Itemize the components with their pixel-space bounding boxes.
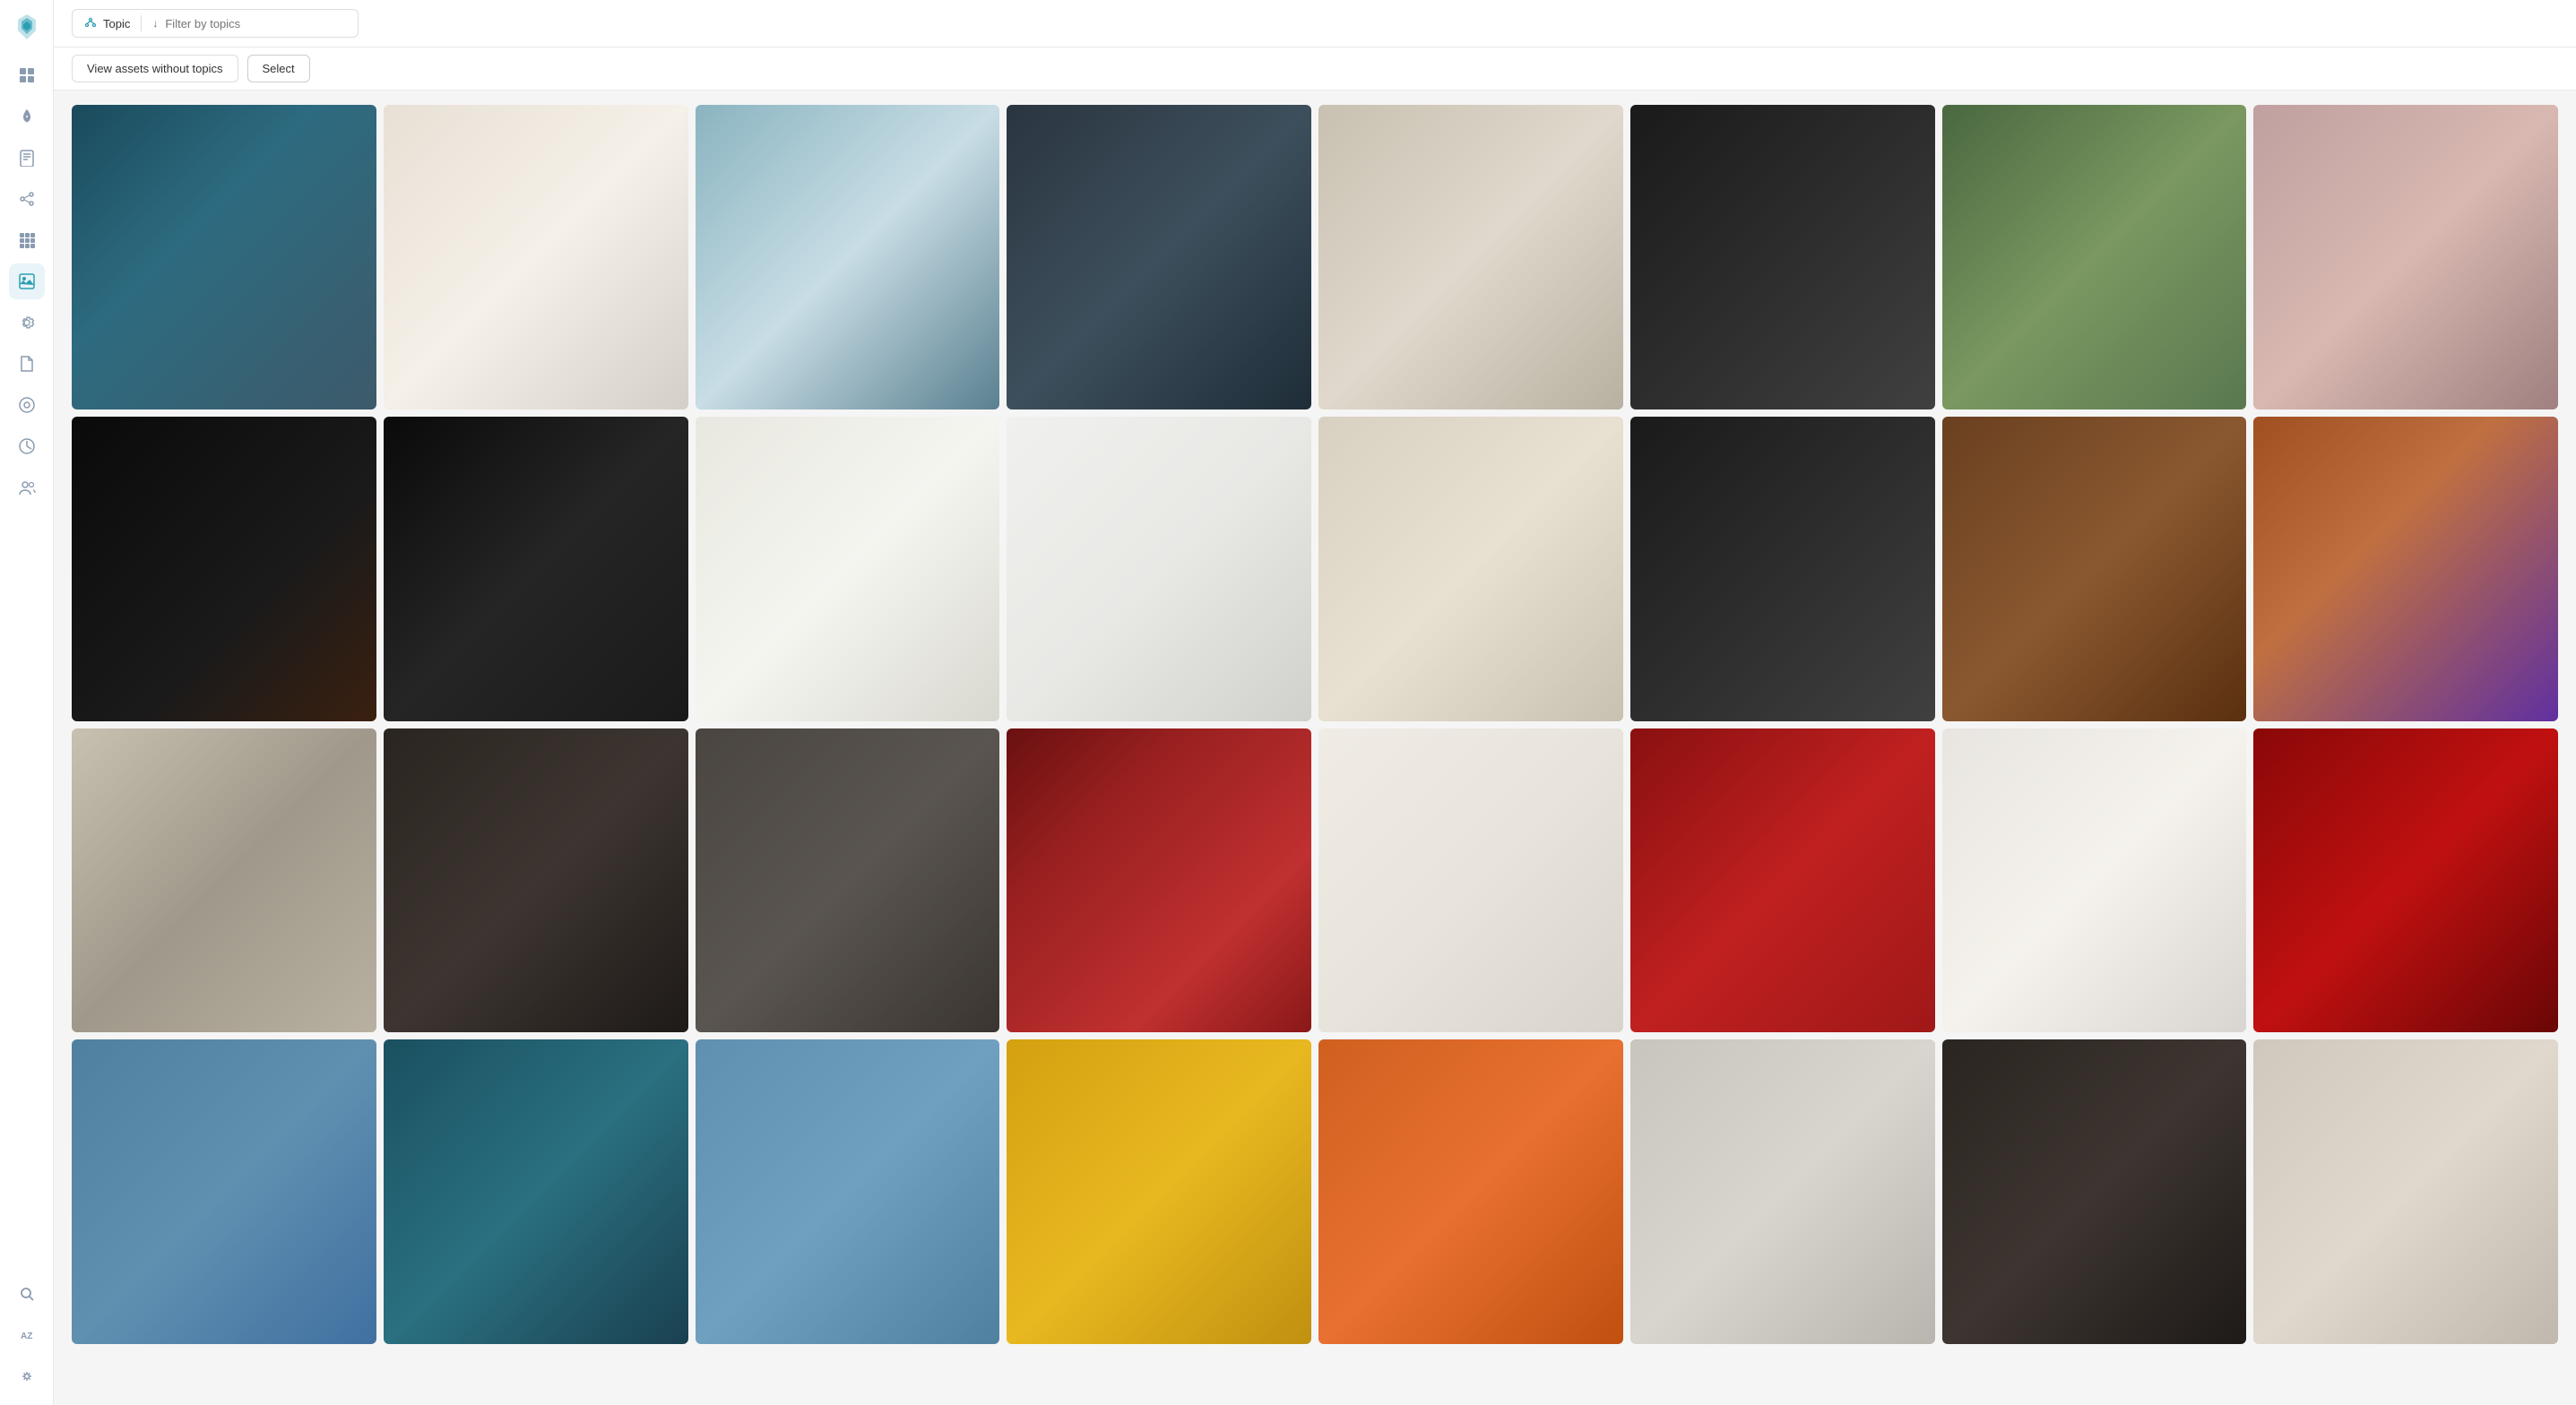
topic-filter-input[interactable]	[165, 17, 347, 30]
grid-item[interactable]	[1630, 1039, 1935, 1344]
grid-item[interactable]	[696, 417, 1000, 721]
sidebar-item-settings-gear[interactable]	[9, 305, 45, 340]
header: Topic ↓	[54, 0, 2576, 47]
sidebar-item-media[interactable]	[9, 387, 45, 423]
toolbar: View assets without topics Select	[54, 47, 2576, 91]
topic-divider	[141, 15, 142, 31]
grid-item[interactable]	[72, 417, 376, 721]
grid-item[interactable]	[1942, 417, 2247, 721]
sidebar-bottom: AZ	[9, 1276, 45, 1394]
grid-item[interactable]	[1942, 105, 2247, 409]
select-button[interactable]: Select	[247, 55, 310, 82]
grid-item[interactable]	[1630, 105, 1935, 409]
grid-item[interactable]	[1942, 728, 2247, 1033]
sidebar-item-settings[interactable]	[9, 1358, 45, 1394]
grid-item[interactable]	[1318, 1039, 1623, 1344]
grid-item[interactable]	[2253, 1039, 2558, 1344]
topic-icon	[83, 16, 98, 30]
grid-item[interactable]	[2253, 105, 2558, 409]
grid-item[interactable]	[1318, 417, 1623, 721]
grid-item[interactable]	[696, 1039, 1000, 1344]
grid-item[interactable]	[1318, 728, 1623, 1033]
svg-text:AZ: AZ	[21, 1332, 32, 1341]
grid-item[interactable]	[1007, 417, 1311, 721]
grid-item[interactable]	[2253, 728, 2558, 1033]
sidebar-item-language[interactable]: AZ	[9, 1317, 45, 1353]
grid-item[interactable]	[1942, 1039, 2247, 1344]
arrow-down-icon: ↓	[152, 17, 158, 30]
grid-item[interactable]	[696, 728, 1000, 1033]
sidebar-item-dashboard[interactable]	[9, 57, 45, 93]
grid-item[interactable]	[1007, 105, 1311, 409]
grid-item[interactable]	[384, 728, 688, 1033]
grid-item[interactable]	[1630, 417, 1935, 721]
sidebar-item-collections[interactable]	[9, 181, 45, 217]
grid-item[interactable]	[1007, 1039, 1311, 1344]
grid-item[interactable]	[384, 417, 688, 721]
grid-item[interactable]	[384, 1039, 688, 1344]
sidebar-item-search[interactable]	[9, 1276, 45, 1312]
main-content: Topic ↓ View assets without topics Selec…	[54, 0, 2576, 1405]
topic-filter[interactable]: Topic ↓	[72, 9, 359, 38]
grid-item[interactable]	[1318, 105, 1623, 409]
grid-item[interactable]	[1630, 728, 1935, 1033]
sidebar-item-documents[interactable]	[9, 346, 45, 382]
view-assets-without-topics-button[interactable]: View assets without topics	[72, 55, 238, 82]
grid-container	[54, 91, 2576, 1405]
sidebar-item-content[interactable]	[9, 140, 45, 176]
grid-item[interactable]	[72, 105, 376, 409]
grid-item[interactable]	[384, 105, 688, 409]
sidebar-item-launch[interactable]	[9, 99, 45, 134]
grid-item[interactable]	[72, 728, 376, 1033]
grid-item[interactable]	[72, 1039, 376, 1344]
topic-text: Topic	[103, 17, 130, 30]
image-grid	[72, 105, 2558, 1344]
grid-item[interactable]	[2253, 417, 2558, 721]
grid-item[interactable]	[696, 105, 1000, 409]
sidebar-item-users[interactable]	[9, 470, 45, 505]
topic-label-wrapper: Topic	[83, 16, 130, 30]
sidebar: AZ	[0, 0, 54, 1405]
sidebar-item-assets[interactable]	[9, 263, 45, 299]
sidebar-item-apps[interactable]	[9, 222, 45, 258]
sidebar-item-analytics[interactable]	[9, 428, 45, 464]
app-logo[interactable]	[11, 11, 43, 43]
grid-item[interactable]	[1007, 728, 1311, 1033]
